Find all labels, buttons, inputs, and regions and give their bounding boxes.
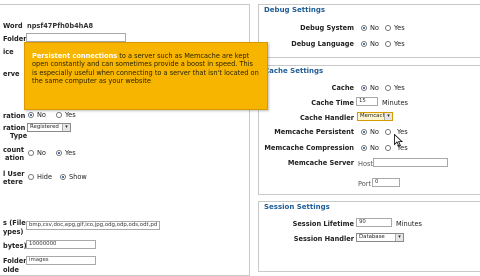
file-types-input[interactable]: bmp,csv,doc,epg,gif,ico,jpg,odg,odp,ods,… <box>26 221 160 230</box>
service-label: ice <box>3 48 14 56</box>
account-label-1: count <box>3 146 24 154</box>
account-yes-radio[interactable] <box>56 150 62 156</box>
debug-system-label: Debug System <box>300 24 354 32</box>
server-label: erve <box>3 70 20 78</box>
debug-system-no-label: No <box>370 24 379 32</box>
debug-settings-title: Debug Settings <box>264 6 326 14</box>
images-folder-label: Folder <box>3 257 27 265</box>
memcache-persistent-no-radio[interactable] <box>361 129 367 135</box>
cache-label: Cache <box>331 84 354 92</box>
host-label: Host <box>358 160 374 168</box>
compression-yes-label: Yes <box>65 111 76 119</box>
session-lifetime-input[interactable]: 90 <box>356 218 392 227</box>
cache-yes-radio[interactable] <box>385 85 391 91</box>
user-hide-label: Hide <box>37 173 53 181</box>
cache-time-unit: Minutes <box>382 99 408 107</box>
debug-language-label: Debug Language <box>291 40 354 48</box>
session-handler-value: Database <box>359 234 385 240</box>
session-lifetime-unit: Minutes <box>396 220 422 228</box>
cache-handler-select[interactable]: Memcache ▾ <box>357 112 393 121</box>
type-select-value: Registered <box>30 124 59 130</box>
cache-handler-label: Cache Handler <box>299 114 354 122</box>
account-no-label: No <box>37 149 46 157</box>
debug-language-no-radio[interactable] <box>361 41 367 47</box>
session-lifetime-label: Session Lifetime <box>292 220 354 228</box>
host-input[interactable] <box>373 158 448 167</box>
user-hide-radio[interactable] <box>28 174 34 180</box>
compression-no-radio[interactable] <box>28 112 34 118</box>
memcache-persistent-label: Memcache Persistent <box>274 128 354 136</box>
debug-language-yes-radio[interactable] <box>385 41 391 47</box>
session-settings-title: Session Settings <box>264 203 330 211</box>
type-label-2: Type <box>10 132 28 140</box>
folder-label: Folder <box>3 35 27 43</box>
cache-yes-label: Yes <box>394 84 405 92</box>
type-select[interactable]: Registered ▾ <box>27 123 71 132</box>
memcache-compression-no-radio[interactable] <box>361 145 367 151</box>
debug-language-yes-label: Yes <box>394 40 405 48</box>
account-label-2: ation <box>5 154 25 162</box>
compression-yes-radio[interactable] <box>56 112 62 118</box>
user-label-2: etere <box>3 178 23 186</box>
secret-word-label: Word <box>3 22 23 30</box>
dropdown-arrow-icon: ▾ <box>62 124 70 131</box>
max-size-label: bytes) <box>3 242 27 250</box>
memcache-compression-no-label: No <box>370 144 379 152</box>
secret-word-value: npsf47Pfh0b4hA8 <box>27 22 94 30</box>
debug-system-yes-radio[interactable] <box>385 25 391 31</box>
port-label: Port <box>358 180 372 188</box>
memcache-persistent-no-label: No <box>370 128 379 136</box>
memcache-compression-label: Memcache Compression <box>264 144 354 152</box>
folder-input[interactable] <box>26 33 126 42</box>
debug-system-yes-label: Yes <box>394 24 405 32</box>
user-label-1: l User <box>3 170 25 178</box>
memcache-persistent-yes-radio[interactable] <box>385 129 391 135</box>
cache-time-label: Cache Time <box>311 99 354 107</box>
user-show-label: Show <box>69 173 87 181</box>
account-no-radio[interactable] <box>28 150 34 156</box>
memcache-compression-yes-radio[interactable] <box>385 145 391 151</box>
session-handler-select[interactable]: Database ▾ <box>356 233 404 242</box>
images-folder-input[interactable]: images <box>26 256 96 265</box>
max-size-input[interactable]: 10000000 <box>26 240 96 249</box>
memcache-server-label: Memcache Server <box>287 159 354 167</box>
cache-no-label: No <box>370 84 379 92</box>
debug-language-no-label: No <box>370 40 379 48</box>
debug-system-no-radio[interactable] <box>361 25 367 31</box>
cache-settings-title: Cache Settings <box>264 67 324 75</box>
dropdown-arrow-icon: ▾ <box>384 113 392 120</box>
dropdown-arrow-icon: ▾ <box>395 234 403 241</box>
mouse-pointer-icon <box>394 134 403 147</box>
port-input[interactable]: 0 <box>372 178 400 187</box>
type-label-1: ration <box>3 124 26 132</box>
cache-no-radio[interactable] <box>361 85 367 91</box>
file-types-label-2: ypes) <box>3 228 24 236</box>
account-yes-label: Yes <box>65 149 76 157</box>
persistent-connections-tooltip: Persistent connections to a server such … <box>24 42 268 110</box>
user-show-radio[interactable] <box>60 174 66 180</box>
last-label: olde <box>3 266 19 274</box>
cache-time-input[interactable]: 15 <box>356 97 378 106</box>
file-types-label-1: s (File <box>3 219 26 227</box>
tooltip-title: Persistent connections <box>32 52 118 60</box>
compression-no-label: No <box>37 111 46 119</box>
session-handler-label: Session Handler <box>293 235 354 243</box>
compression-label: ration <box>3 112 26 120</box>
